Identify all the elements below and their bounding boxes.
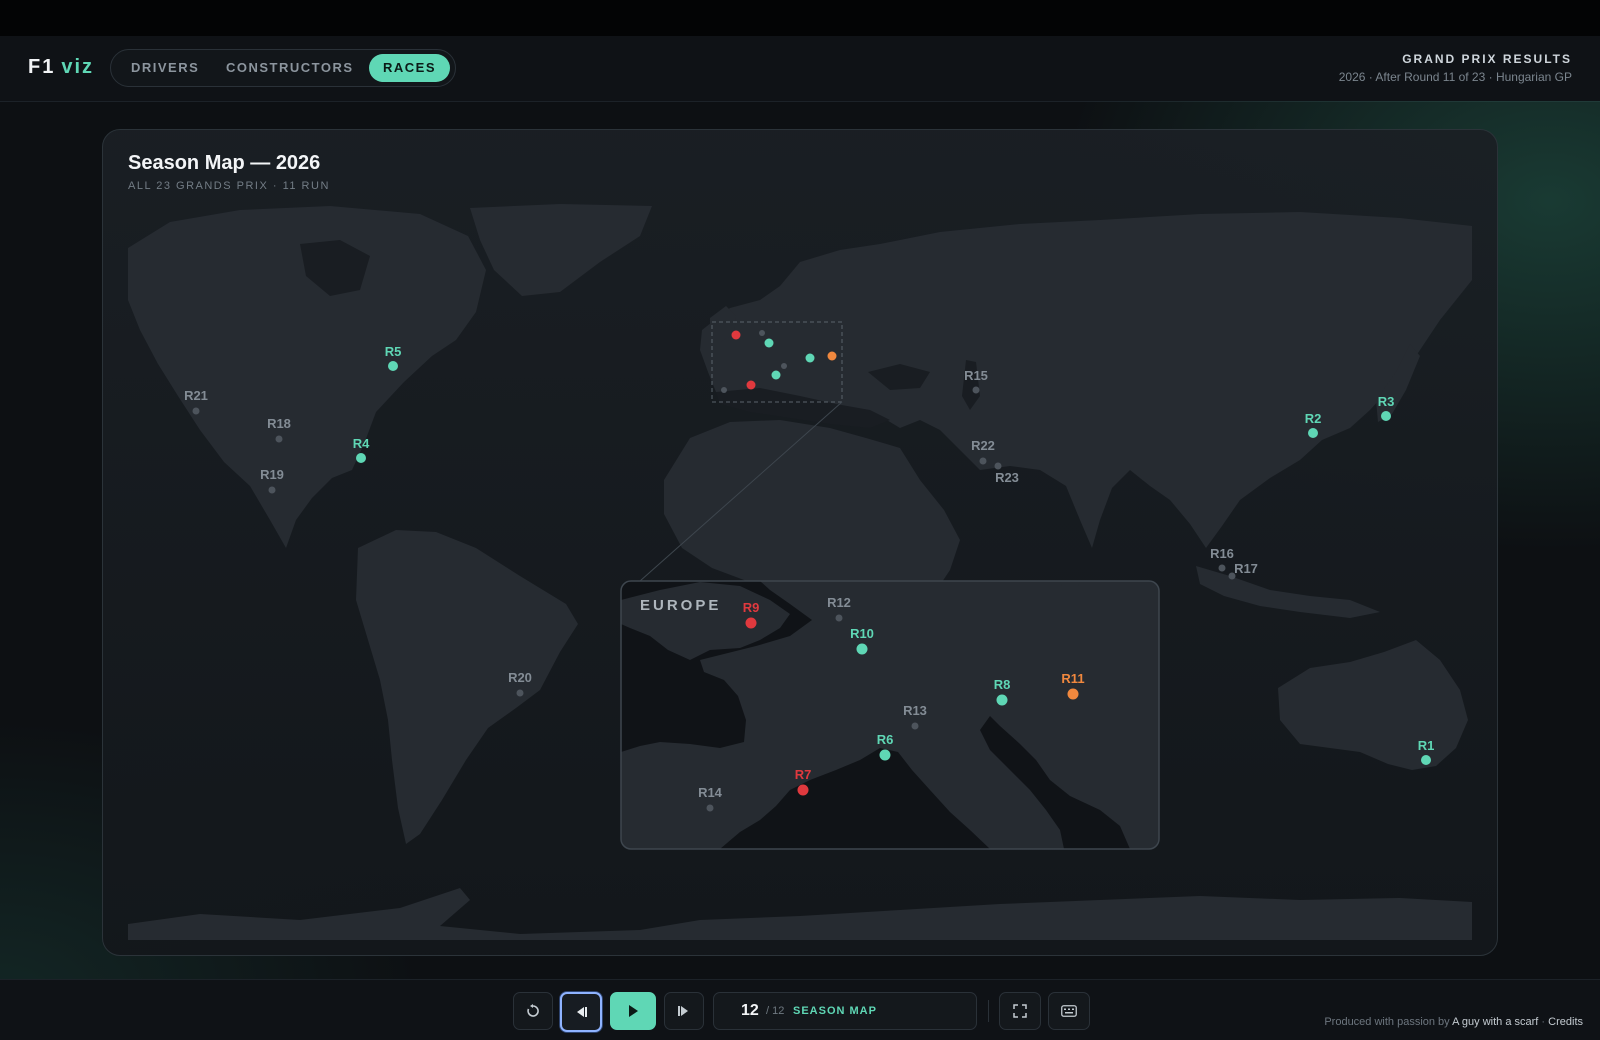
inset-marker-r14-dot[interactable] xyxy=(706,804,714,812)
inset-marker-r6-label: R6 xyxy=(877,732,894,747)
inset-marker-r14-label: R14 xyxy=(698,785,723,800)
marker-r1-label: R1 xyxy=(1418,738,1435,753)
restart-icon xyxy=(527,1004,539,1017)
logo-viz: viz xyxy=(61,56,95,78)
marker-r4-dot[interactable] xyxy=(356,453,366,463)
marker-r3-label: R3 xyxy=(1378,394,1395,409)
mini-dot-r9[interactable] xyxy=(731,330,741,340)
marker-r21-dot[interactable] xyxy=(192,407,200,415)
step-back-icon xyxy=(577,1007,587,1017)
inset-marker-r11-dot[interactable] xyxy=(1067,688,1079,700)
mini-dot-r11[interactable] xyxy=(827,351,837,361)
inset-marker-r6-dot[interactable] xyxy=(879,749,891,761)
credits: Produced with passion by A guy with a sc… xyxy=(1324,1016,1583,1028)
marker-r4-label: R4 xyxy=(353,436,370,451)
mini-dot-r13[interactable] xyxy=(781,363,787,369)
marker-r20-dot[interactable] xyxy=(516,689,524,697)
credits-link[interactable]: Credits xyxy=(1548,1016,1583,1028)
marker-r23-label: R23 xyxy=(995,470,1019,485)
marker-r5-label: R5 xyxy=(385,344,402,359)
inset-marker-r11-label: R11 xyxy=(1061,671,1084,686)
marker-r2-label: R2 xyxy=(1305,411,1322,426)
marker-r18-dot[interactable] xyxy=(275,435,283,443)
europe-inset: EUROPE R9 R12 R10 R8 R11 R13 R6 R7 R14 xyxy=(620,580,1160,850)
step-current: 12 xyxy=(741,1002,759,1019)
step-indicator[interactable]: 12 / 12 SEASON MAP xyxy=(713,992,977,1030)
playback-bar: 12 / 12 SEASON MAP Produced with passion… xyxy=(0,979,1600,1040)
inset-marker-r9-label: R9 xyxy=(743,600,760,615)
marker-r19-dot[interactable] xyxy=(268,486,276,494)
window-top-strip xyxy=(0,0,1600,36)
inset-marker-r8-dot[interactable] xyxy=(996,694,1008,706)
mini-dot-r14[interactable] xyxy=(721,387,727,393)
tab-constructors[interactable]: CONSTRUCTORS xyxy=(212,54,368,82)
card-title: Season Map — 2026 xyxy=(128,152,321,174)
card-subtitle: ALL 23 GRANDS PRIX · 11 RUN xyxy=(128,180,330,192)
header-title: GRAND PRIX RESULTS xyxy=(1402,52,1572,66)
play-icon xyxy=(629,1005,638,1017)
keyboard-shortcuts-button[interactable] xyxy=(1048,992,1090,1030)
marker-r23-dot[interactable] xyxy=(994,462,1002,470)
mini-dot-r10[interactable] xyxy=(764,338,774,348)
step-forward-button[interactable] xyxy=(664,992,704,1030)
marker-r19-label: R19 xyxy=(260,467,284,482)
inset-marker-r7-dot[interactable] xyxy=(797,784,809,796)
tab-drivers[interactable]: DRIVERS xyxy=(117,54,213,82)
marker-r3-dot[interactable] xyxy=(1381,411,1391,421)
marker-r20-label: R20 xyxy=(508,670,532,685)
inset-marker-r10-dot[interactable] xyxy=(856,643,868,655)
keyboard-icon xyxy=(1061,1005,1077,1017)
inset-marker-r7-label: R7 xyxy=(795,767,812,782)
header-info: GRAND PRIX RESULTS 2026 · After Round 11… xyxy=(1339,52,1572,84)
inset-label: EUROPE xyxy=(640,597,721,614)
mini-dot-r12[interactable] xyxy=(759,330,765,336)
app-logo[interactable]: F1 viz xyxy=(28,56,94,79)
marker-r21-label: R21 xyxy=(184,388,208,403)
mini-dot-r7[interactable] xyxy=(746,380,756,390)
credits-author-link[interactable]: A guy with a scarf xyxy=(1452,1016,1538,1028)
controls-divider xyxy=(988,1000,989,1022)
header-subtitle: 2026 · After Round 11 of 23 · Hungarian … xyxy=(1338,70,1572,84)
step-back-button[interactable] xyxy=(560,992,602,1032)
credits-separator: · xyxy=(1541,1016,1546,1028)
inset-marker-r10-label: R10 xyxy=(850,626,874,641)
fullscreen-icon xyxy=(1013,1004,1027,1018)
inset-marker-r9-dot[interactable] xyxy=(745,617,757,629)
marker-r5-dot[interactable] xyxy=(388,361,398,371)
marker-r1-dot[interactable] xyxy=(1421,755,1431,765)
step-forward-icon xyxy=(678,1006,688,1016)
inset-marker-r12-dot[interactable] xyxy=(835,614,843,622)
marker-r22-label: R22 xyxy=(971,438,995,453)
fullscreen-button[interactable] xyxy=(999,992,1041,1030)
inset-marker-r12-label: R12 xyxy=(827,595,851,610)
mini-dot-r6[interactable] xyxy=(771,370,781,380)
marker-r15-dot[interactable] xyxy=(972,386,980,394)
marker-r2-dot[interactable] xyxy=(1308,428,1318,438)
marker-r16-dot[interactable] xyxy=(1218,564,1226,572)
inset-marker-r13-dot[interactable] xyxy=(911,722,919,730)
inset-marker-r8-label: R8 xyxy=(994,677,1011,692)
marker-r17-label: R17 xyxy=(1234,561,1258,576)
credits-prefix: Produced with passion by xyxy=(1324,1016,1450,1028)
marker-r18-label: R18 xyxy=(267,416,291,431)
inset-marker-r13-label: R13 xyxy=(903,703,927,718)
mini-dot-r8[interactable] xyxy=(805,353,815,363)
app-header: F1 viz DRIVERS CONSTRUCTORS RACES GRAND P… xyxy=(0,36,1600,102)
marker-r15-label: R15 xyxy=(964,368,988,383)
marker-r16-label: R16 xyxy=(1210,546,1234,561)
logo-f1: F1 xyxy=(28,56,56,78)
marker-r22-dot[interactable] xyxy=(979,457,987,465)
play-button[interactable] xyxy=(610,992,656,1030)
tab-races[interactable]: RACES xyxy=(369,54,451,82)
restart-button[interactable] xyxy=(513,992,553,1030)
step-name: SEASON MAP xyxy=(793,1005,877,1017)
nav-tabs: DRIVERS CONSTRUCTORS RACES xyxy=(110,49,456,87)
step-total: / 12 xyxy=(766,1005,785,1017)
